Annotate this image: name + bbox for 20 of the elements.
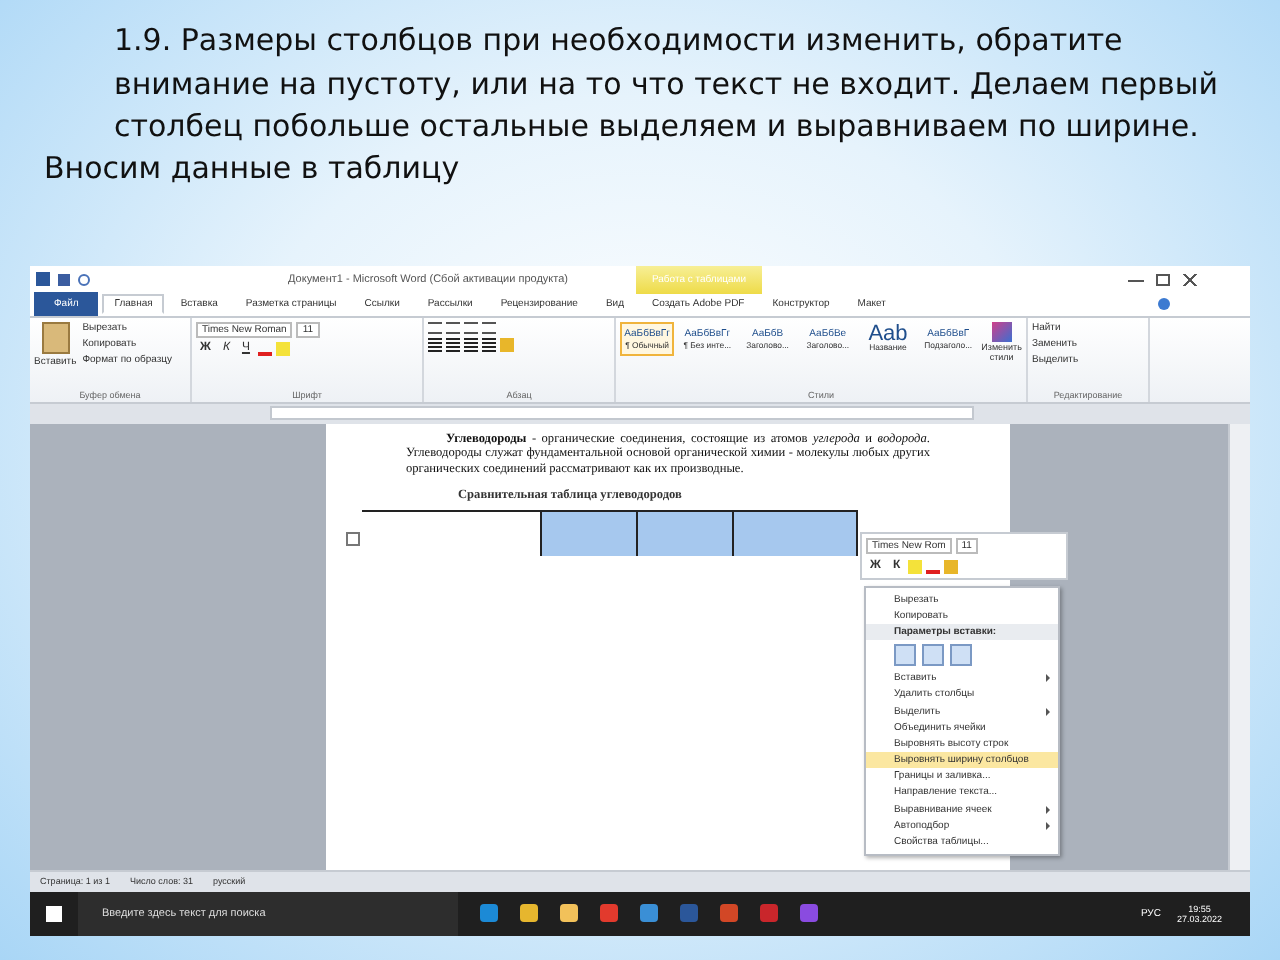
table-move-icon[interactable]	[346, 531, 360, 545]
app-icon[interactable]	[760, 904, 778, 922]
app-icon[interactable]	[600, 904, 618, 922]
app-icon[interactable]	[520, 904, 538, 922]
table-drawing[interactable]	[362, 510, 858, 556]
instruction-text: 1.9. Размеры столбцов при необходимости изменить, обратите внимание на пустоту, или на то что текст не входит. Делаем первый столбец побольше остальные выделяем и выравниваем по ширине.	[114, 20, 1220, 148]
app-icon[interactable]	[560, 904, 578, 922]
paste-option-icon[interactable]	[950, 644, 972, 667]
windows-start-icon[interactable]	[46, 905, 62, 921]
scrollbar[interactable]	[1228, 423, 1250, 869]
maximize-icon[interactable]	[1156, 273, 1170, 285]
app-icon[interactable]	[480, 904, 498, 922]
app-icon[interactable]	[720, 904, 738, 922]
instruction-text: Вносим данные в таблицу	[44, 149, 462, 187]
paste-option-icon[interactable]	[922, 644, 944, 667]
paste-option-icon[interactable]	[894, 644, 916, 667]
app-icon[interactable]	[640, 904, 658, 922]
help-icon[interactable]	[1158, 298, 1170, 310]
app-icon[interactable]	[800, 904, 818, 922]
close-icon[interactable]	[1182, 273, 1198, 285]
